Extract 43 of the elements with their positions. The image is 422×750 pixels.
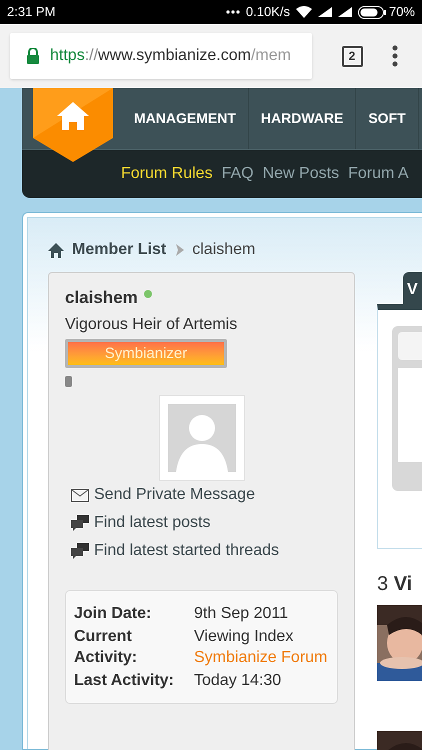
signal-icon <box>338 7 352 17</box>
nav-item[interactable]: HARDWARE <box>248 88 356 149</box>
profile-action-link[interactable]: Find latest started threads <box>71 540 338 562</box>
network-speed: 0.10K/s <box>246 3 290 22</box>
sub-nav-link[interactable]: New Posts <box>262 162 340 186</box>
speech-bubbles-icon <box>71 543 89 559</box>
sub-nav-link[interactable]: Forum Rules <box>121 162 213 186</box>
profile-action-link[interactable]: Send Private Message <box>71 484 338 506</box>
lock-icon <box>26 48 40 64</box>
rank-badge: Symbianizer <box>65 338 227 368</box>
profile-action-link[interactable]: Find latest posts <box>71 512 338 534</box>
battery-icon <box>358 6 386 18</box>
detail-value: Viewing Index <box>194 626 294 646</box>
nav-item[interactable]: SOFT <box>356 88 419 149</box>
side-tab[interactable]: V <box>403 272 422 304</box>
detail-label: Current Activity: <box>74 626 138 668</box>
detail-label: Join Date: <box>74 604 152 624</box>
sub-nav-link[interactable]: FAQ <box>222 162 254 186</box>
more-dots-icon <box>226 10 240 14</box>
breadcrumb-link[interactable]: Member List <box>72 238 166 262</box>
envelope-icon <box>71 488 89 502</box>
username: claishem <box>65 287 138 309</box>
menu-icon[interactable] <box>392 45 398 67</box>
url-text: https://www.symbianize.com/mem <box>50 46 291 66</box>
detail-label: Last Activity: <box>74 670 174 690</box>
arrow-icon <box>174 244 184 256</box>
battery-level: 70% <box>388 3 415 22</box>
detail-value: 9th Sep 2011 <box>194 604 290 624</box>
home-logo[interactable] <box>33 88 113 162</box>
nav-item[interactable]: MANAGEMENT <box>122 88 249 149</box>
wifi-icon <box>296 6 312 18</box>
home-icon[interactable] <box>48 242 64 258</box>
detail-value: Today 14:30 <box>194 670 282 690</box>
user-title: Vigorous Heir of Artemis <box>65 314 238 334</box>
status-time: 2:31 PM <box>7 3 56 22</box>
url-field[interactable]: https://www.symbianize.com/mem <box>10 33 312 79</box>
tab-count-button[interactable]: 2 <box>342 46 362 66</box>
sub-nav-link[interactable]: Forum A <box>348 162 409 186</box>
signal-icon <box>318 7 332 17</box>
visitors-heading: 3 Vi <box>377 572 414 597</box>
speech-bubbles-icon <box>71 515 89 531</box>
breadcrumb-current: claishem <box>192 240 256 260</box>
reputation-icon <box>65 376 72 386</box>
